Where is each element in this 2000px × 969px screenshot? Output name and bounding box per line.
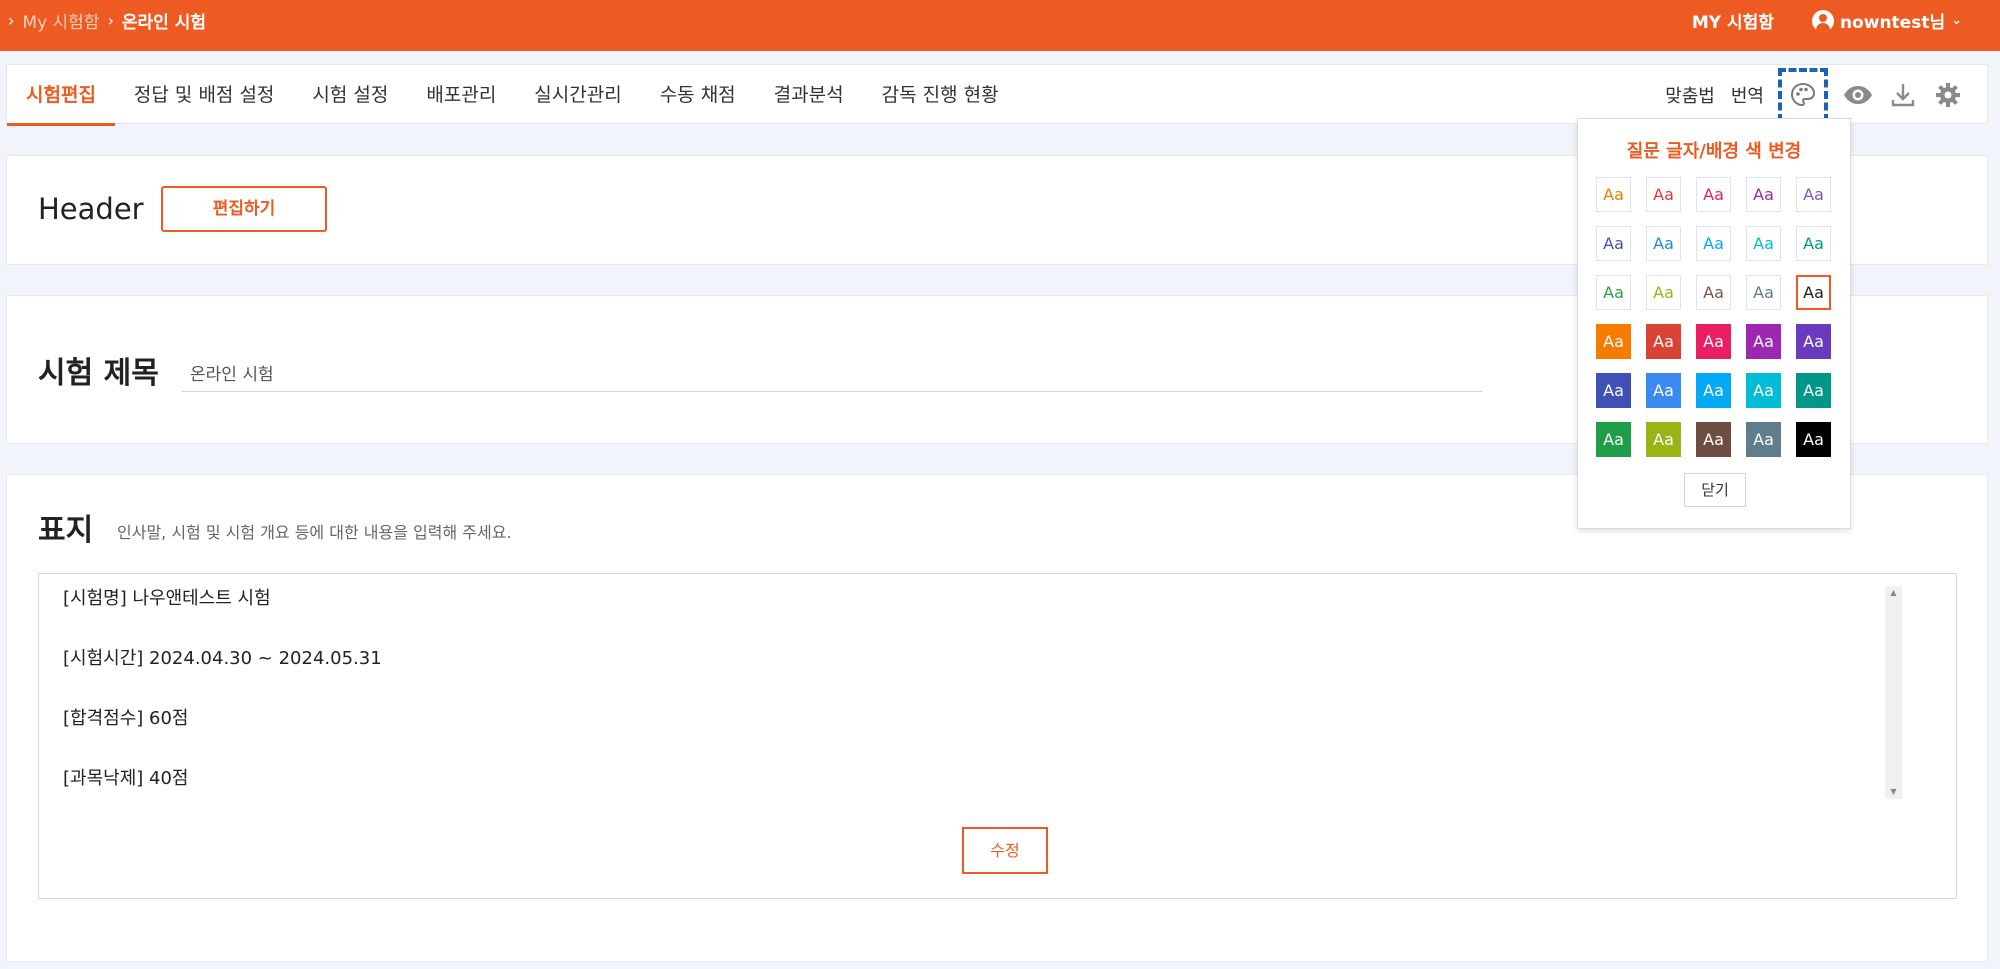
background-color-swatch[interactable]: Aa [1796,324,1831,359]
palette-icon [1790,82,1816,107]
tab-exam-settings[interactable]: 시험 설정 [293,65,407,125]
cover-line: [시험명] 나우앤테스트 시험 [63,588,271,609]
cover-hint: 인사말, 시험 및 시험 개요 등에 대한 내용을 입력해 주세요. [117,523,512,542]
background-color-swatch[interactable]: Aa [1796,422,1831,457]
text-color-swatch[interactable]: Aa [1746,275,1781,310]
text-color-swatch[interactable]: Aa [1796,226,1831,261]
tab-realtime[interactable]: 실시간관리 [515,65,640,125]
chevron-right-icon: › [8,11,15,30]
background-color-swatch[interactable]: Aa [1746,422,1781,457]
user-name[interactable]: nowntest님 [1840,8,1945,33]
toolbar: 맞춤법 번역 [1649,65,1963,125]
scroll-down-arrow-icon[interactable]: ▼ [1885,785,1902,799]
swatch-grid: Aa Aa Aa Aa Aa Aa Aa Aa Aa Aa Aa Aa Aa Aa Aa Aa Aa Aa Aa Aa… [1596,177,1831,457]
background-color-swatch[interactable]: Aa [1646,422,1681,457]
background-color-swatch[interactable]: Aa [1646,324,1681,359]
background-color-swatch[interactable]: Aa [1746,373,1781,408]
text-color-swatch[interactable]: Aa [1796,177,1831,212]
tab-result-analysis[interactable]: 결과분석 [755,65,863,125]
cover-line: [시험시간] 2024.04.30 ~ 2024.05.31 [63,648,382,669]
tab-bar: 시험편집 정답 및 배점 설정 시험 설정 배포관리 실시간관리 수동 채점 결… [6,64,1988,126]
text-color-swatch[interactable]: Aa [1596,226,1631,261]
breadcrumb-parent[interactable]: My 시험함 [22,8,99,33]
editor-scrollbar[interactable]: ▲ ▼ [1885,586,1902,799]
chevron-right-icon: › [107,11,114,30]
text-color-swatch[interactable]: Aa [1646,275,1681,310]
background-color-swatch[interactable]: Aa [1646,373,1681,408]
user-avatar-icon [1811,9,1834,32]
popover-title: 질문 글자/배경 색 변경 [1626,141,1802,162]
exam-title-label: 시험 제목 [38,356,159,391]
download-icon [1891,84,1915,107]
download-button[interactable] [1888,80,1918,110]
header-edit-button[interactable]: 편집하기 [161,186,327,232]
eye-icon [1844,86,1872,104]
cover-editor[interactable]: [시험명] 나우앤테스트 시험 [시험시간] 2024.04.30 ~ 2024… [38,573,1957,899]
color-popover: 질문 글자/배경 색 변경 Aa Aa Aa Aa Aa Aa Aa Aa Aa Aa Aa Aa Aa… [1577,118,1851,529]
background-color-swatch[interactable]: Aa [1696,324,1731,359]
cover-section: 표지 인사말, 시험 및 시험 개요 등에 대한 내용을 입력해 주세요. [시… [6,474,1988,962]
exam-title-input[interactable] [182,354,1482,392]
top-bar: › My 시험함 › 온라인 시험 MY 시험함 nowntest님 ⌄ [0,0,2000,51]
tab-answer-score[interactable]: 정답 및 배점 설정 [115,65,293,125]
palette-button[interactable] [1778,68,1828,122]
text-color-swatch[interactable]: Aa [1746,177,1781,212]
text-color-swatch[interactable]: Aa [1596,177,1631,212]
background-color-swatch[interactable]: Aa [1596,373,1631,408]
background-color-swatch[interactable]: Aa [1696,373,1731,408]
background-color-swatch[interactable]: Aa [1696,422,1731,457]
background-color-swatch[interactable]: Aa [1746,324,1781,359]
background-color-swatch[interactable]: Aa [1796,373,1831,408]
text-color-swatch[interactable]: Aa [1646,177,1681,212]
breadcrumb-current: 온라인 시험 [121,13,206,33]
popover-close-button[interactable]: 닫기 [1684,473,1746,507]
top-right-menu: MY 시험함 nowntest님 ⌄ [1692,8,1962,33]
text-color-swatch[interactable]: Aa [1596,275,1631,310]
gear-icon [1936,83,1960,107]
text-color-swatch[interactable]: Aa [1646,226,1681,261]
spellcheck-button[interactable]: 맞춤법 [1665,82,1715,108]
cover-line: [과목낙제] 40점 [63,768,189,789]
tab-list: 시험편집 정답 및 배점 설정 시험 설정 배포관리 실시간관리 수동 채점 결… [7,65,1018,126]
tab-proctor-status[interactable]: 감독 진행 현황 [863,65,1018,125]
scroll-up-arrow-icon[interactable]: ▲ [1885,586,1902,600]
tab-distribution[interactable]: 배포관리 [407,65,515,125]
text-color-swatch[interactable]: Aa [1696,226,1731,261]
background-color-swatch[interactable]: Aa [1596,422,1631,457]
tab-manual-grading[interactable]: 수동 채점 [641,65,755,125]
cover-label: 표지 [38,513,94,548]
cover-edit-button[interactable]: 수정 [962,827,1048,874]
settings-button[interactable] [1933,80,1963,110]
background-color-swatch[interactable]: Aa [1596,324,1631,359]
cover-content: [시험명] 나우앤테스트 시험 [시험시간] 2024.04.30 ~ 2024… [63,584,382,824]
translate-button[interactable]: 번역 [1731,82,1764,108]
breadcrumb: › My 시험함 › 온라인 시험 [0,8,206,33]
cover-line: [합격점수] 60점 [63,708,189,729]
preview-button[interactable] [1843,80,1873,110]
text-color-swatch[interactable]: Aa [1696,177,1731,212]
tab-exam-edit[interactable]: 시험편집 [7,65,115,126]
text-color-swatch[interactable]: Aa [1696,275,1731,310]
text-color-swatch[interactable]: Aa [1746,226,1781,261]
my-exams-link[interactable]: MY 시험함 [1692,8,1774,33]
chevron-down-icon[interactable]: ⌄ [1951,13,1962,28]
text-color-swatch[interactable]: Aa [1796,275,1831,310]
header-label: Header [38,192,144,226]
